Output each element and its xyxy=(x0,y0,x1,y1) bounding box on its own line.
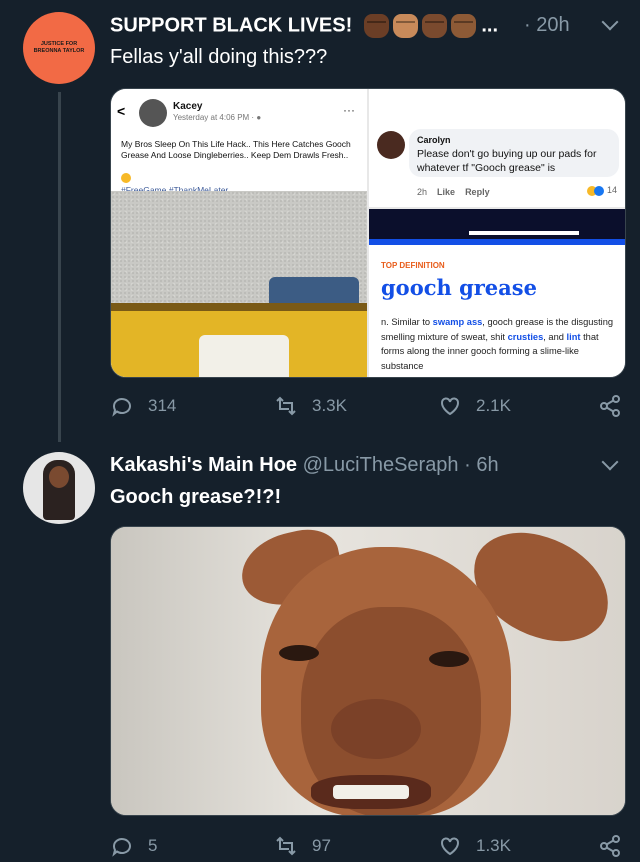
retweet-button[interactable]: 97 xyxy=(274,834,331,858)
avatar[interactable] xyxy=(23,452,95,524)
avatar[interactable]: JUSTICE FOR BREONNA TAYLOR xyxy=(23,12,95,84)
reply-button[interactable]: 5 xyxy=(110,834,157,858)
tweet-media[interactable]: < Kacey Yesterday at 4:06 PM · ● ··· My … xyxy=(110,88,626,378)
more-icon: ··· xyxy=(343,103,355,117)
photo-nose xyxy=(331,699,421,759)
share-button[interactable] xyxy=(598,834,622,858)
retweet-icon xyxy=(276,836,296,856)
retweet-button[interactable]: 3.3K xyxy=(274,394,347,418)
timestamp: · 6h xyxy=(464,454,499,476)
fb-post-text: My Bros Sleep On This Life Hack.. This H… xyxy=(121,139,351,160)
ud-label: TOP DEFINITION xyxy=(381,261,445,270)
comment-reactions: 14 xyxy=(587,185,617,196)
photo-teeth xyxy=(333,785,409,799)
reply-count: 5 xyxy=(148,836,158,855)
avatar-text: JUSTICE FOR BREONNA TAYLOR xyxy=(33,41,85,54)
display-name-text: Kakashi's Main Hoe xyxy=(110,454,298,476)
share-button[interactable] xyxy=(598,394,622,418)
reply-icon xyxy=(112,398,131,417)
retweet-count: 97 xyxy=(312,836,331,855)
ud-search-bar xyxy=(469,231,579,235)
comment-bubble: Carolyn Please don't go buying up our pa… xyxy=(409,129,619,177)
reply-count: 314 xyxy=(148,396,177,415)
comment-name: Carolyn xyxy=(417,135,451,145)
tweet-2-media[interactable] xyxy=(110,526,626,816)
heart-icon xyxy=(441,837,459,856)
chevron-down-icon[interactable] xyxy=(601,13,619,31)
reply-button[interactable]: 314 xyxy=(110,394,176,418)
globe-icon: ● xyxy=(256,113,262,122)
tweet-1[interactable]: JUSTICE FOR BREONNA TAYLOR SUPPORT BLACK… xyxy=(0,0,640,442)
photo-eye-right xyxy=(429,651,469,667)
display-name[interactable]: Kakashi's Main Hoe @LuciTheSeraph · 6h xyxy=(110,454,499,477)
like-reaction-icon xyxy=(594,185,605,196)
timestamp[interactable]: · 20h xyxy=(524,14,570,37)
fist-emojis xyxy=(363,14,476,38)
fb-avatar xyxy=(139,99,167,127)
like-button[interactable]: 1.3K xyxy=(438,834,511,858)
tweet-2-actions: 5 97 1.3K xyxy=(110,834,626,862)
comment-screenshot: Carolyn Please don't go buying up our pa… xyxy=(369,89,625,207)
fb-photo-pad xyxy=(199,335,289,377)
raised-fist-icon xyxy=(363,14,389,38)
raised-fist-icon xyxy=(392,14,418,38)
tweet-text: Gooch grease?!?! xyxy=(110,486,282,508)
heart-icon xyxy=(441,397,459,416)
retweet-icon xyxy=(276,396,296,416)
retweet-count: 3.3K xyxy=(312,396,347,415)
like-button[interactable]: 2.1K xyxy=(438,394,511,418)
fb-name: Kacey xyxy=(173,101,203,112)
display-name[interactable]: SUPPORT BLACK LIVES! ... xyxy=(110,14,498,38)
share-icon xyxy=(600,395,620,417)
comment-avatar xyxy=(377,131,405,159)
user-handle: @LuciTheSeraph xyxy=(302,454,459,476)
raised-fist-icon xyxy=(450,14,476,38)
chevron-down-icon[interactable] xyxy=(601,453,619,471)
thread-line xyxy=(58,92,61,442)
name-ellipsis: ... xyxy=(481,14,499,37)
ud-word: gooch grease xyxy=(381,275,537,300)
avatar-face xyxy=(49,466,69,488)
reply-icon xyxy=(112,838,131,857)
back-arrow-icon: < xyxy=(117,103,126,119)
smirk-emoji-icon xyxy=(121,173,131,183)
like-count: 1.3K xyxy=(476,836,511,855)
comment-actions: 2h Like Reply xyxy=(417,187,490,197)
share-icon xyxy=(600,835,620,857)
fb-meta: Yesterday at 4:06 PM · ● xyxy=(173,113,262,122)
photo-eye-left xyxy=(279,645,319,661)
like-count: 2.1K xyxy=(476,396,511,415)
tweet-text: Fellas y'all doing this??? xyxy=(110,46,328,68)
raised-fist-icon xyxy=(421,14,447,38)
comment-text: Please don't go buying up our pads for w… xyxy=(417,148,597,174)
facebook-post-screenshot: < Kacey Yesterday at 4:06 PM · ● ··· My … xyxy=(111,89,367,377)
ud-definition: n. Similar to swamp ass, gooch grease is… xyxy=(381,317,614,371)
tweet-actions: 314 3.3K 2.1K xyxy=(110,394,626,424)
definition-screenshot: TOP DEFINITION gooch grease n. Similar t… xyxy=(369,209,625,377)
display-name-text: SUPPORT BLACK LIVES! xyxy=(110,14,353,37)
